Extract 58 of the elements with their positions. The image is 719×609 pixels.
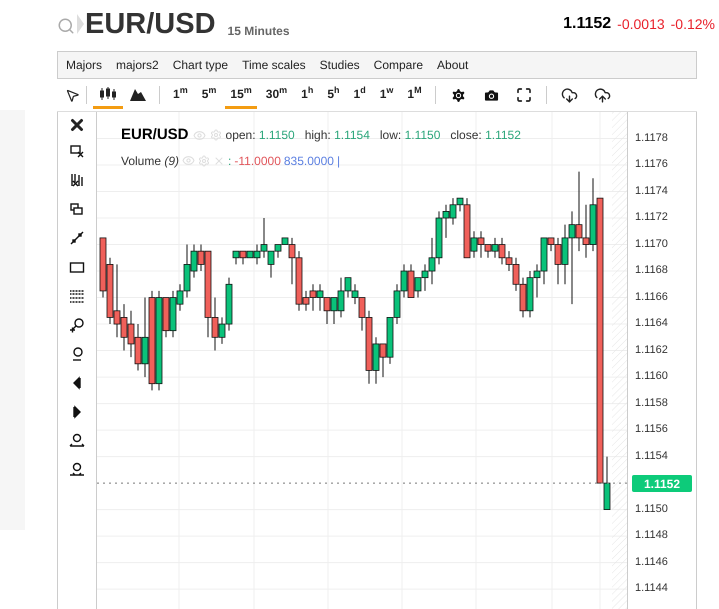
timeframe-tab[interactable]: 1$^{h}$ [296,81,318,109]
price-tick: 1.1156 [635,424,668,436]
price-tick: 1.1164 [635,318,668,330]
fullscreen-icon[interactable] [516,87,532,103]
separator-text: : [228,152,232,170]
ohlc-value: close: 1.1152 [450,127,521,144]
settings-icon[interactable] [450,86,467,104]
price-tick: 1.1150 [635,504,668,515]
price-tick: 1.1144 [635,583,668,594]
pointer-icon[interactable] [65,88,80,102]
price-tick: 1.1154 [635,450,668,462]
upload-icon[interactable] [594,86,611,104]
price-tick: 1.1172 [635,212,668,224]
price-tick: 1.1148 [635,530,668,542]
price-tick: 1.1158 [635,398,668,409]
price-tick: 1.1160 [635,371,668,382]
price-tick: 1.1166 [635,292,668,303]
last-price: 1.1152 [563,14,612,34]
volume-value: 835.0000 [284,152,334,170]
menu-item[interactable]: Compare [374,56,424,74]
menu-item[interactable]: About [437,56,468,74]
timeframe-tab[interactable]: 1$^{d}$ [348,81,371,109]
price-tick: 1.1170 [635,238,668,250]
volume-value: -11.0000 [234,152,281,170]
timeframe-tab[interactable]: 15$^{m}$ [225,81,257,109]
text-cursor: | [336,152,340,170]
price-tick: 1.1162 [635,344,668,356]
timeframe-tab[interactable]: 1$^{m}$ [168,81,193,109]
timeframe-tab[interactable]: 5$^{m}$ [196,81,222,109]
ohlc-value: open: 1.1150 [226,127,295,144]
price-change-percent: -0.12% [670,14,715,34]
menu-item[interactable]: Majors [66,56,102,74]
ohlc-value: high: 1.1154 [304,127,370,144]
interval-label: 15 Minutes [228,23,290,40]
timeframe-tab[interactable]: 1$^{w}$ [374,81,398,109]
price-tick: 1.1168 [635,265,668,276]
price-tick: 1.1178 [635,132,668,144]
timeframe-tab[interactable]: 5$^{h}$ [322,81,345,109]
symbol-title: EUR/USD [85,10,216,38]
volume-label: Volume (9) [121,152,180,170]
close-icon[interactable] [68,116,86,134]
menu-item[interactable]: majors2 [116,56,159,74]
price-tick: 1.1146 [635,556,668,568]
timeframe-tab[interactable]: 1$^{M}$ [402,81,427,109]
legend-symbol: EUR/USD [121,125,189,145]
mountain-chart-icon [130,86,146,100]
menu-item[interactable]: Chart type [172,56,228,74]
candlestick-icon [99,86,117,100]
menu-item[interactable]: Time scales [242,56,306,74]
menu-item[interactable]: Studies [320,56,360,74]
timeframe-tab[interactable]: 30$^{m}$ [260,81,292,109]
price-tick: 1.1174 [635,186,668,197]
download-icon[interactable] [560,86,578,104]
price-tick: 1.1176 [635,159,668,170]
caret-icon [77,14,84,34]
ohlc-value: low: 1.1150 [380,127,440,144]
price-change: -0.0013 [617,14,665,34]
current-price-badge: 1.1152 [632,475,692,492]
